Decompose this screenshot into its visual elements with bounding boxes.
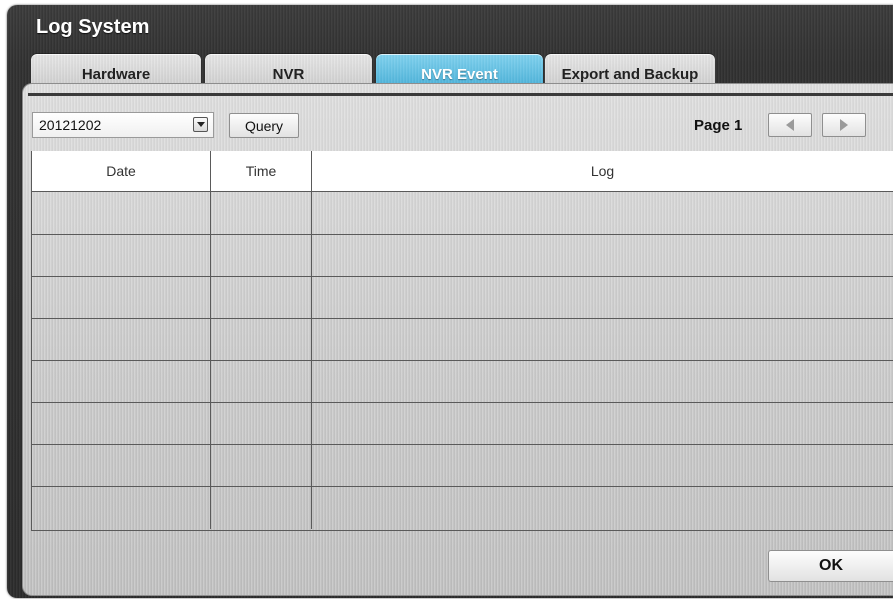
log-table: Date Time Log — [31, 151, 893, 531]
date-value: 20121202 — [39, 117, 102, 133]
table-header: Date Time Log — [32, 151, 893, 192]
date-select[interactable]: 20121202 — [32, 112, 214, 138]
chevron-down-icon[interactable] — [193, 117, 208, 132]
tab-divider — [28, 93, 893, 96]
next-page-button[interactable] — [822, 113, 866, 137]
column-header-log: Log — [590, 163, 615, 179]
query-button[interactable]: Query — [229, 113, 299, 138]
table-row[interactable] — [32, 276, 893, 318]
column-header-time: Time — [245, 163, 277, 179]
table-row[interactable] — [32, 360, 893, 402]
window-title: Log System — [36, 16, 150, 38]
table-row[interactable] — [32, 318, 893, 360]
table-row[interactable] — [32, 234, 893, 276]
column-header-date: Date — [106, 163, 136, 179]
tab-label: NVR Event — [421, 65, 498, 83]
arrow-left-icon — [786, 119, 794, 131]
table-row[interactable] — [32, 444, 893, 486]
table-row[interactable] — [32, 192, 893, 234]
tab-label: Hardware — [81, 65, 151, 83]
arrow-right-icon — [840, 119, 848, 131]
tab-label: Export and Backup — [561, 65, 699, 83]
page-indicator: Page 1 — [694, 117, 743, 134]
table-row[interactable] — [32, 486, 893, 528]
table-row[interactable] — [32, 402, 893, 444]
ok-button[interactable]: OK — [768, 550, 893, 582]
tab-label: NVR — [272, 65, 305, 83]
previous-page-button[interactable] — [768, 113, 812, 137]
